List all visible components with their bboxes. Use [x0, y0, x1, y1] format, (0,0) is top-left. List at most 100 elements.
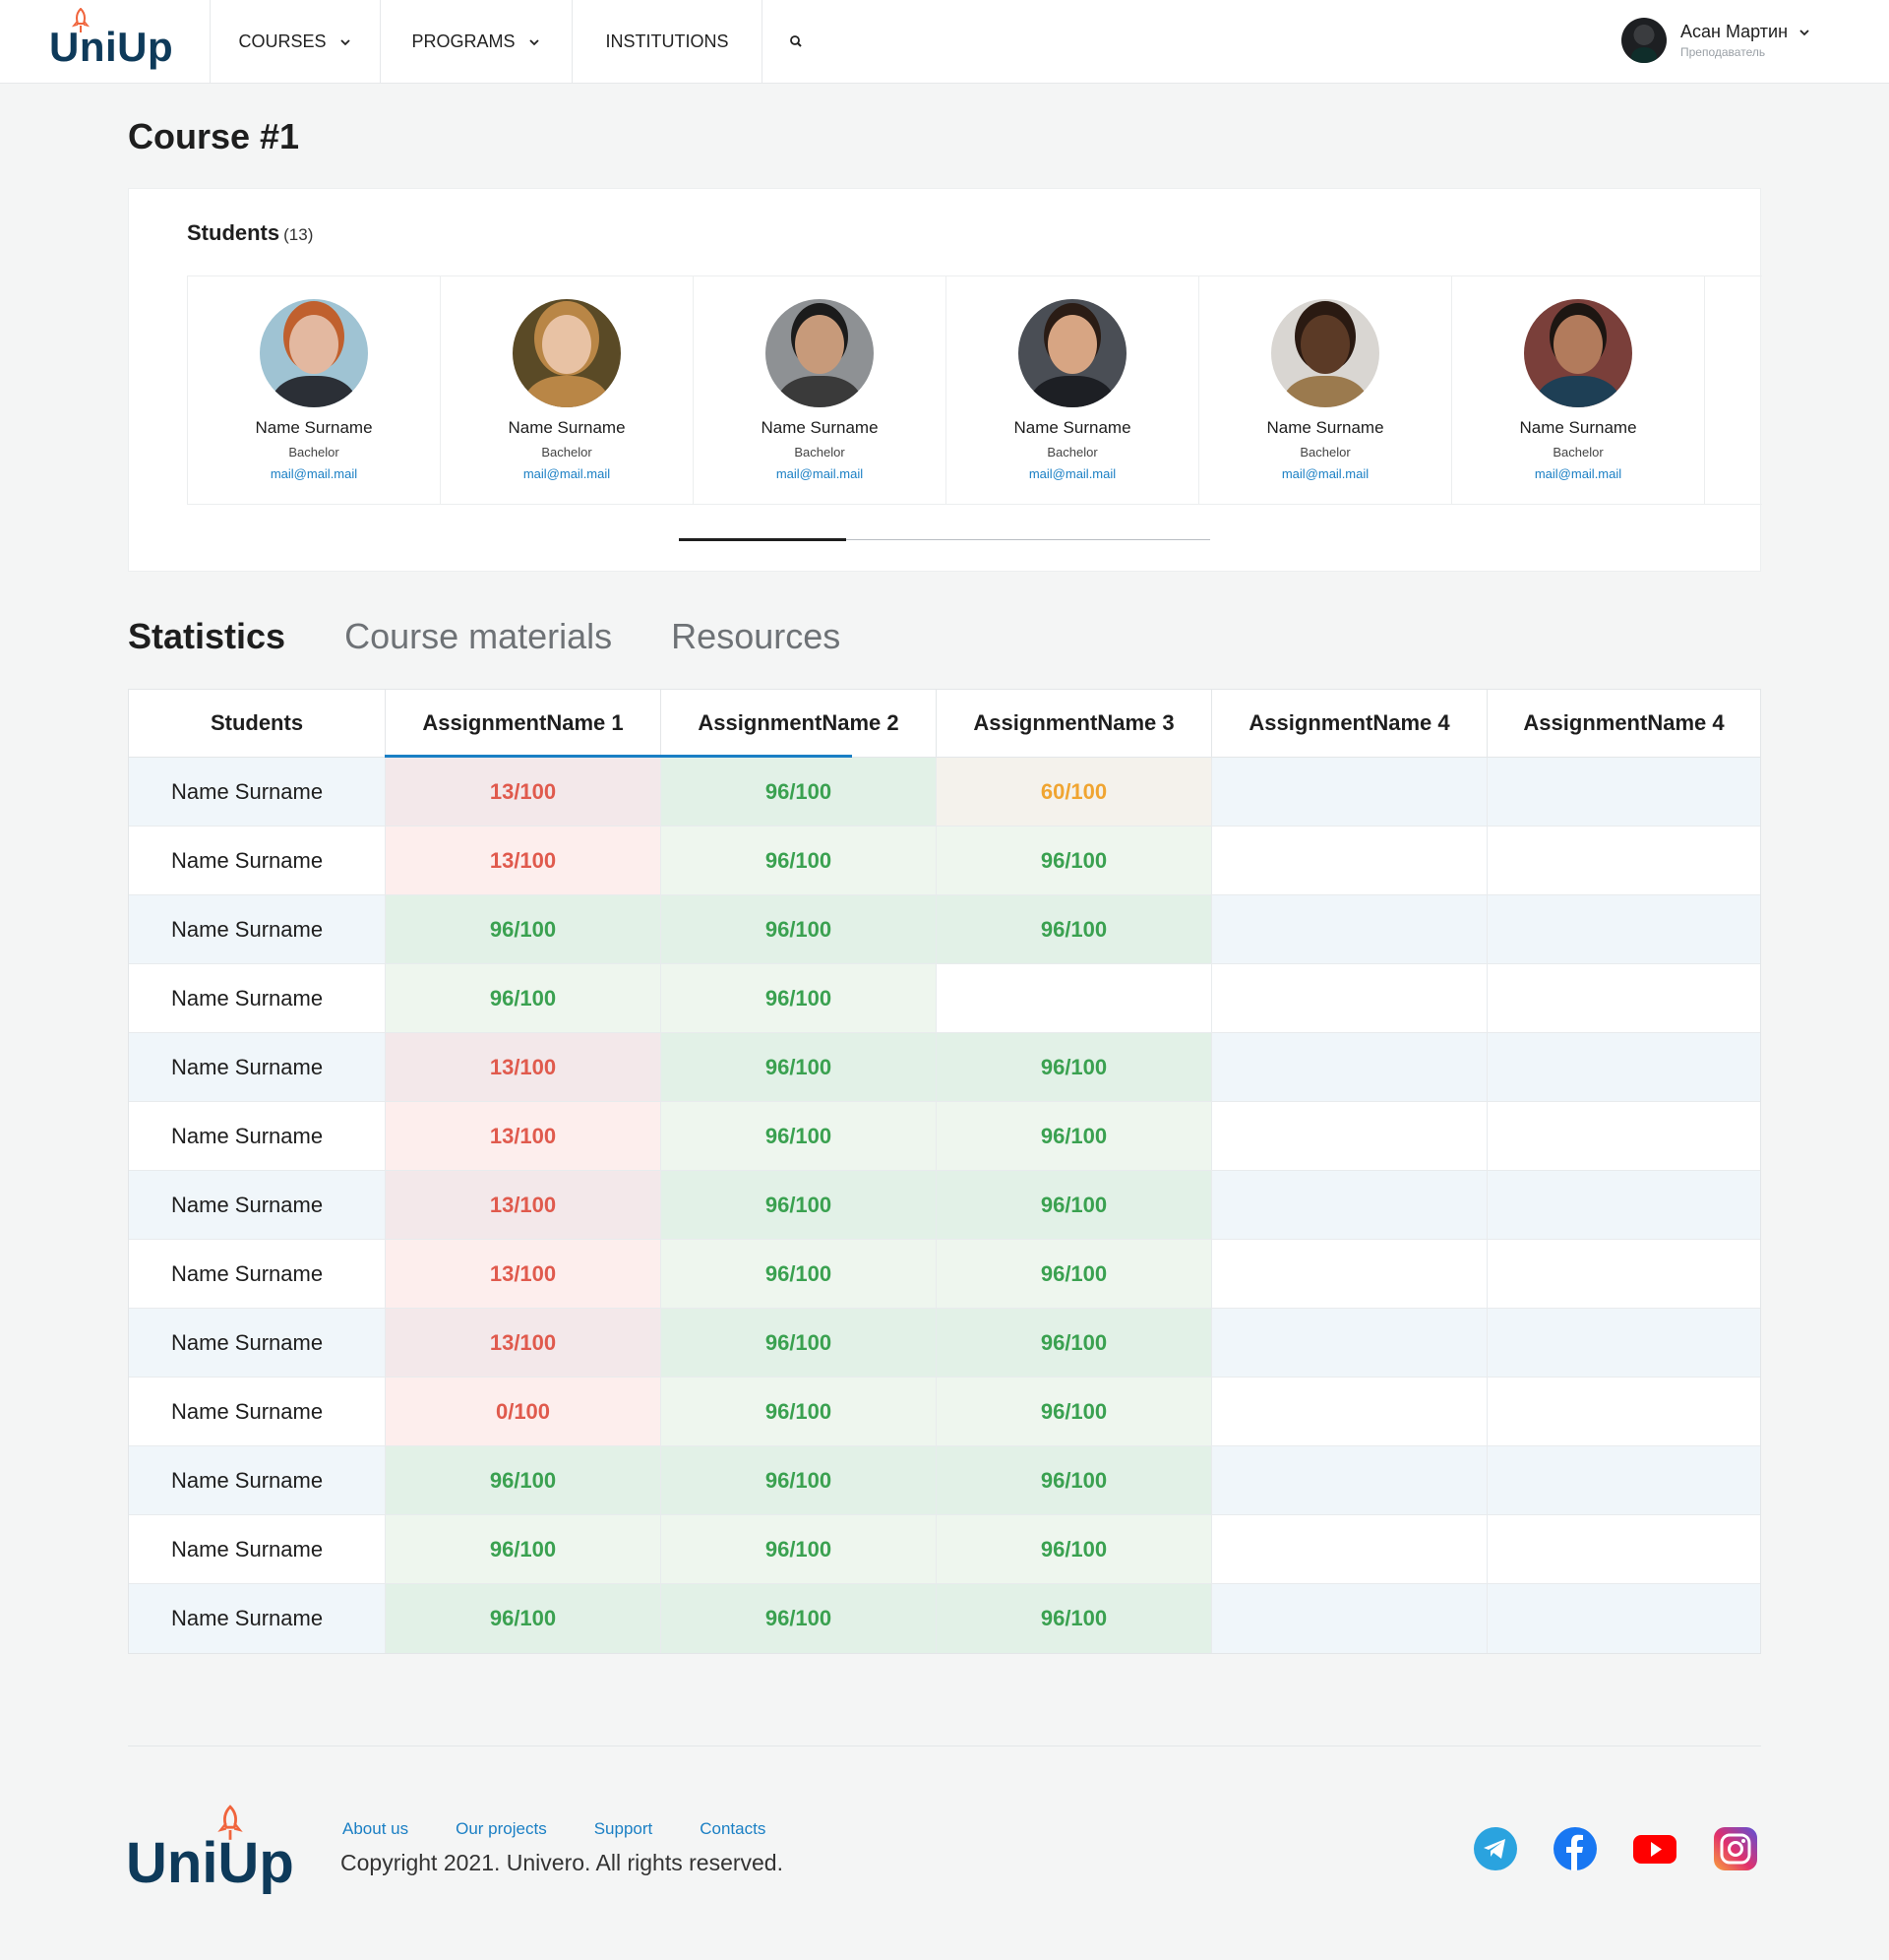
- instagram-icon[interactable]: [1713, 1826, 1758, 1871]
- grade-cell[interactable]: 96/100: [936, 895, 1211, 963]
- grade-cell[interactable]: 96/100: [660, 895, 936, 963]
- grade-cell[interactable]: 96/100: [660, 1584, 936, 1653]
- grade-cell[interactable]: [1487, 1033, 1760, 1101]
- grade-cell[interactable]: 13/100: [385, 827, 660, 894]
- grade-cell[interactable]: [1487, 827, 1760, 894]
- grade-cell[interactable]: 96/100: [660, 1171, 936, 1239]
- student-name-cell[interactable]: Name Surname: [129, 1584, 385, 1653]
- grade-cell[interactable]: 96/100: [660, 1378, 936, 1445]
- grade-cell[interactable]: 96/100: [936, 1515, 1211, 1583]
- grade-cell[interactable]: 96/100: [936, 1171, 1211, 1239]
- grade-cell[interactable]: 13/100: [385, 1102, 660, 1170]
- grade-cell[interactable]: [1211, 1515, 1487, 1583]
- grade-cell[interactable]: 96/100: [660, 964, 936, 1032]
- tab-resources[interactable]: Resources: [671, 616, 840, 657]
- grade-cell[interactable]: [1487, 895, 1760, 963]
- grade-cell[interactable]: [1211, 1309, 1487, 1377]
- grade-cell[interactable]: [1211, 758, 1487, 826]
- carousel-scroll-thumb[interactable]: [679, 538, 846, 541]
- student-card[interactable]: Name Surname Bachelor mail@mail.mail: [440, 276, 693, 504]
- student-card[interactable]: Name Surname Bachelor mail@mail.mail: [187, 276, 440, 504]
- grade-cell[interactable]: [1487, 1378, 1760, 1445]
- grade-cell[interactable]: 96/100: [385, 1515, 660, 1583]
- grade-cell[interactable]: [1487, 1584, 1760, 1653]
- grade-cell[interactable]: 96/100: [660, 1515, 936, 1583]
- grade-cell[interactable]: 96/100: [385, 895, 660, 963]
- student-name-cell[interactable]: Name Surname: [129, 964, 385, 1032]
- grade-cell[interactable]: [1487, 1171, 1760, 1239]
- grade-cell[interactable]: 13/100: [385, 1171, 660, 1239]
- student-card[interactable]: Name Surname Bachelor mail@mail.mail: [945, 276, 1198, 504]
- grade-cell[interactable]: [1487, 964, 1760, 1032]
- grade-cell[interactable]: 96/100: [385, 1446, 660, 1514]
- student-card[interactable]: Name Surname Bachelor mail@mail.mail: [693, 276, 945, 504]
- grade-cell[interactable]: [1211, 964, 1487, 1032]
- header-logo[interactable]: UniUp: [49, 8, 173, 71]
- grade-cell[interactable]: [1487, 1102, 1760, 1170]
- student-card[interactable]: Name Surname Bachelor mail@mail.mail: [1451, 276, 1704, 504]
- footer-logo[interactable]: UniUp: [126, 1805, 294, 1896]
- grade-cell[interactable]: 96/100: [660, 1102, 936, 1170]
- search-icon[interactable]: [787, 32, 807, 52]
- student-name-cell[interactable]: Name Surname: [129, 1102, 385, 1170]
- student-name-cell[interactable]: Name Surname: [129, 1309, 385, 1377]
- grade-cell[interactable]: [1211, 1584, 1487, 1653]
- column-header-assignment-3[interactable]: AssignmentName 3: [936, 690, 1211, 757]
- grade-cell[interactable]: 96/100: [936, 1446, 1211, 1514]
- grade-cell[interactable]: 13/100: [385, 758, 660, 826]
- students-carousel[interactable]: Name Surname Bachelor mail@mail.mail Nam…: [187, 276, 1762, 505]
- footer-link-projects[interactable]: Our projects: [456, 1819, 547, 1839]
- footer-link-contacts[interactable]: Contacts: [700, 1819, 765, 1839]
- student-email[interactable]: mail@mail.mail: [523, 466, 610, 481]
- grade-cell[interactable]: 13/100: [385, 1309, 660, 1377]
- student-email[interactable]: mail@mail.mail: [1535, 466, 1621, 481]
- student-email[interactable]: mail@mail.mail: [1282, 466, 1369, 481]
- grade-cell[interactable]: [1211, 895, 1487, 963]
- grade-cell[interactable]: 96/100: [936, 827, 1211, 894]
- grade-cell[interactable]: [1487, 1240, 1760, 1308]
- grade-cell[interactable]: [1211, 1033, 1487, 1101]
- grade-cell[interactable]: 13/100: [385, 1033, 660, 1101]
- grade-cell[interactable]: 96/100: [385, 964, 660, 1032]
- grade-cell[interactable]: [936, 964, 1211, 1032]
- facebook-icon[interactable]: [1553, 1826, 1598, 1871]
- grade-cell[interactable]: 96/100: [385, 1584, 660, 1653]
- grade-cell[interactable]: 60/100: [936, 758, 1211, 826]
- grade-cell[interactable]: [1211, 1102, 1487, 1170]
- student-name-cell[interactable]: Name Surname: [129, 1446, 385, 1514]
- grade-cell[interactable]: 96/100: [936, 1309, 1211, 1377]
- nav-institutions[interactable]: INSTITUTIONS: [572, 0, 762, 84]
- footer-link-support[interactable]: Support: [594, 1819, 653, 1839]
- grade-cell[interactable]: 96/100: [660, 1446, 936, 1514]
- student-name-cell[interactable]: Name Surname: [129, 1378, 385, 1445]
- grade-cell[interactable]: 96/100: [660, 758, 936, 826]
- student-card-partial[interactable]: [1704, 276, 1762, 504]
- grade-cell[interactable]: 96/100: [936, 1584, 1211, 1653]
- tab-statistics[interactable]: Statistics: [128, 616, 285, 657]
- grade-cell[interactable]: [1487, 1446, 1760, 1514]
- column-header-assignment-2[interactable]: AssignmentName 2: [660, 690, 936, 757]
- nav-programs[interactable]: PROGRAMS: [380, 0, 572, 84]
- grade-cell[interactable]: 96/100: [660, 1240, 936, 1308]
- user-menu[interactable]: Асан Мартин Преподаватель: [1621, 18, 1811, 63]
- student-name-cell[interactable]: Name Surname: [129, 1033, 385, 1101]
- grade-cell[interactable]: [1487, 758, 1760, 826]
- tab-course-materials[interactable]: Course materials: [344, 616, 612, 657]
- column-header-assignment-1[interactable]: AssignmentName 1: [385, 690, 660, 757]
- youtube-icon[interactable]: [1632, 1826, 1677, 1871]
- grade-cell[interactable]: 96/100: [936, 1033, 1211, 1101]
- grade-cell[interactable]: [1487, 1515, 1760, 1583]
- student-card[interactable]: Name Surname Bachelor mail@mail.mail: [1198, 276, 1451, 504]
- grade-cell[interactable]: [1211, 1171, 1487, 1239]
- student-email[interactable]: mail@mail.mail: [776, 466, 863, 481]
- nav-courses[interactable]: COURSES: [210, 0, 380, 84]
- grade-cell[interactable]: 96/100: [660, 1033, 936, 1101]
- grade-cell[interactable]: [1211, 1446, 1487, 1514]
- footer-link-about[interactable]: About us: [342, 1819, 408, 1839]
- column-header-assignment-4[interactable]: AssignmentName 4: [1211, 690, 1487, 757]
- grade-cell[interactable]: 96/100: [660, 827, 936, 894]
- grade-cell[interactable]: [1211, 1240, 1487, 1308]
- grade-cell[interactable]: 96/100: [936, 1378, 1211, 1445]
- grade-cell[interactable]: [1211, 827, 1487, 894]
- grade-cell[interactable]: 96/100: [660, 1309, 936, 1377]
